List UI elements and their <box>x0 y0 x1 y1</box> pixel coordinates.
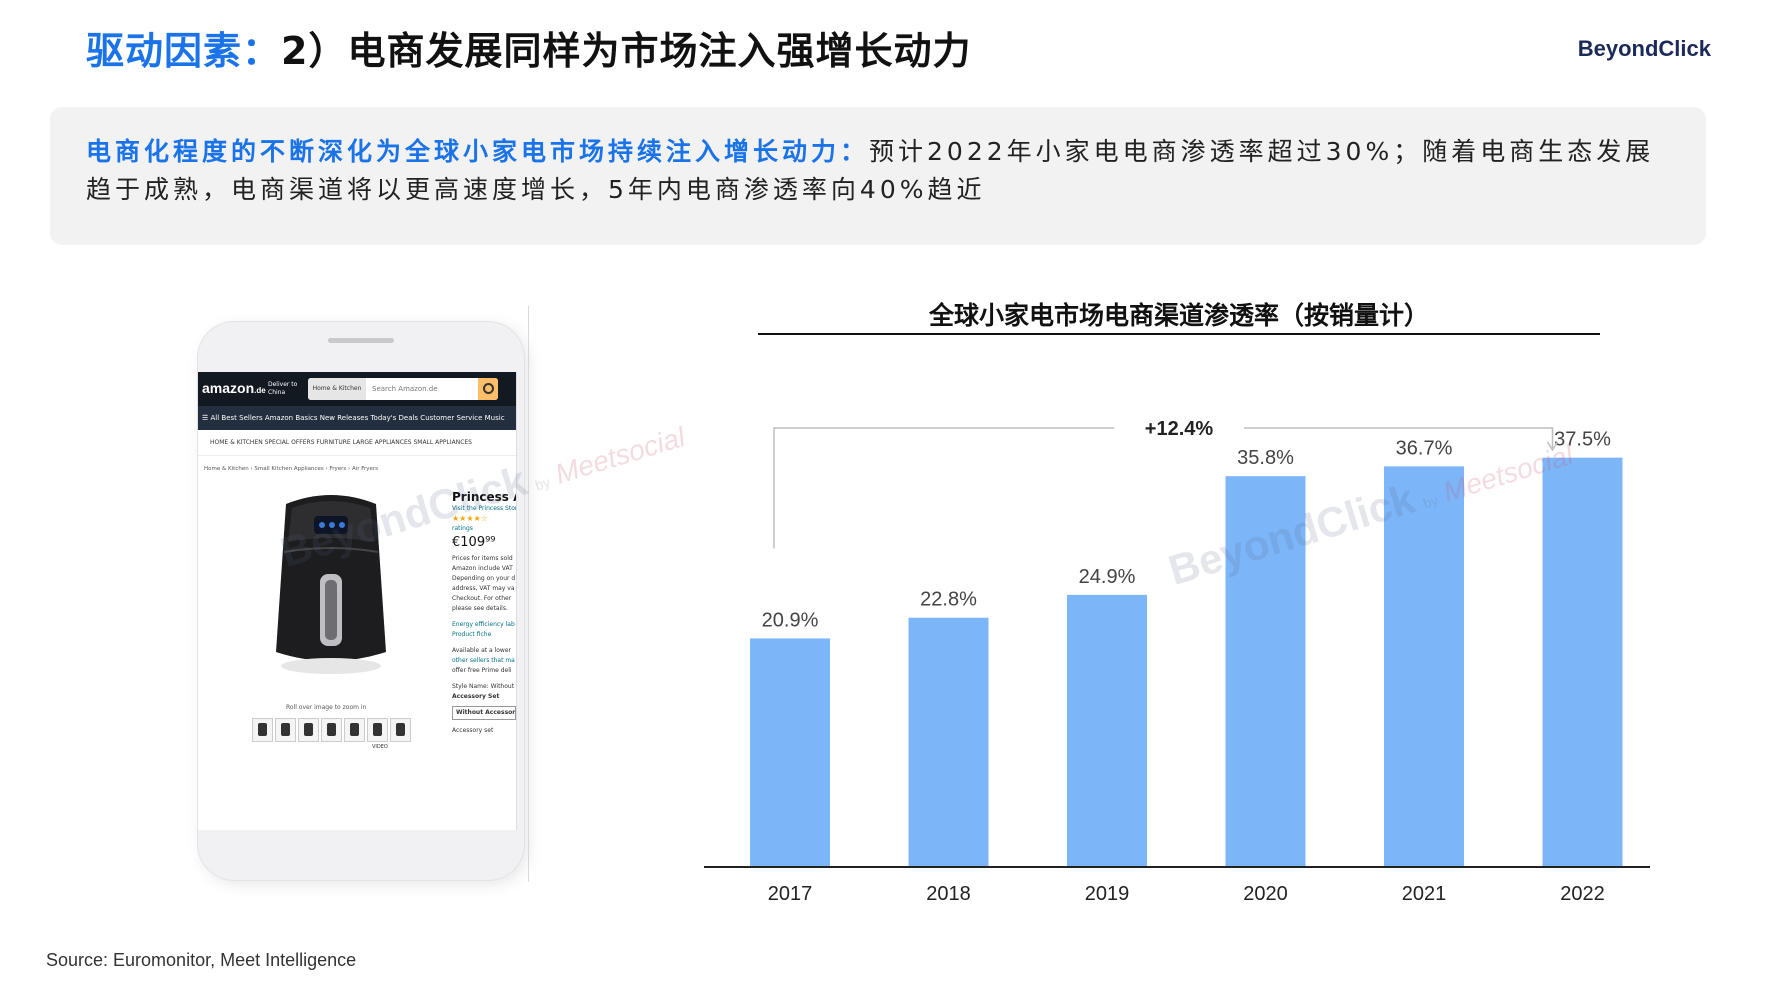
amazon-header: amazon.de Deliver to China Home & Kitchen… <box>198 372 516 406</box>
chart-title-rule <box>758 333 1600 335</box>
thumbnail[interactable] <box>298 718 319 742</box>
annotation-bracket <box>773 427 1114 549</box>
ratings-link[interactable]: ratings <box>452 524 516 534</box>
x-tick-label: 2021 <box>1402 883 1447 905</box>
rating-stars[interactable]: ★★★★☆ <box>452 514 516 524</box>
phone-speaker <box>328 338 394 343</box>
thumbnail[interactable] <box>321 718 342 742</box>
growth-annotation: +12.4% <box>1145 418 1214 440</box>
video-label: VIDEO <box>372 744 388 750</box>
style-name: Accessory Set <box>452 693 500 700</box>
search-category-select[interactable]: Home & Kitchen <box>308 378 366 400</box>
zoom-hint: Roll over image to zoom in <box>286 704 367 711</box>
other-sellers-link[interactable]: other sellers that ma <box>452 656 516 666</box>
search-icon[interactable] <box>478 378 498 400</box>
thumbnail[interactable] <box>252 718 273 742</box>
title-prefix: 驱动因素： <box>86 29 282 73</box>
image-thumbnails[interactable] <box>252 718 412 742</box>
style-option-selected[interactable]: Without Accessor <box>452 706 516 720</box>
title-main: 2）电商发展同样为市场注入强增长动力 <box>281 29 972 73</box>
product-details: Princess Aer Visit the Princess Store ★★… <box>452 490 516 736</box>
thumbnail[interactable] <box>344 718 365 742</box>
price-note: address, VAT may va <box>452 585 515 592</box>
callout-highlight: 电商化程度的不断深化为全球小家电市场持续注入增长动力： <box>86 137 870 166</box>
thumbnail-360[interactable] <box>390 718 411 742</box>
bar <box>1542 457 1623 866</box>
bar <box>750 638 830 866</box>
price-note: Prices for items sold <box>452 555 513 562</box>
energy-label-link[interactable]: Energy efficiency lab <box>452 620 516 630</box>
source-note: Source: Euromonitor, Meet Intelligence <box>46 950 357 970</box>
chart-title: 全球小家电市场电商渠道渗透率（按销量计） <box>928 301 1429 330</box>
bar <box>908 617 989 866</box>
callout-box: 电商化程度的不断深化为全球小家电市场持续注入增长动力：预计2022年小家电电商渗… <box>50 107 1706 245</box>
phone-mockup: amazon.de Deliver to China Home & Kitchen… <box>198 322 524 880</box>
x-tick-label: 2019 <box>1085 883 1130 905</box>
x-tick-label: 2018 <box>926 883 971 905</box>
data-label: 36.7% <box>1396 437 1453 459</box>
bar-chart: 20.9% 2017 22.8% 2018 24.9% 2019 35.8% 2020 36.7… <box>704 418 1650 905</box>
availability-note: Available at a lower <box>452 647 511 654</box>
amazon-search-bar[interactable]: Home & Kitchen Search Amazon.de <box>308 378 498 400</box>
price-note: Amazon include VAT <box>452 565 513 572</box>
data-label: 24.9% <box>1079 566 1136 588</box>
product-price: €109⁹⁹ <box>452 535 496 550</box>
style-name: Style Name: Without <box>452 683 515 690</box>
data-label: 35.8% <box>1237 447 1294 469</box>
data-label: 20.9% <box>762 609 819 631</box>
style-option[interactable]: Accessory set <box>452 726 516 736</box>
x-tick-label: 2017 <box>768 883 813 905</box>
amazon-subnav[interactable]: HOME & KITCHEN SPECIAL OFFERS FURNITURE … <box>198 430 516 456</box>
bar <box>1225 476 1306 866</box>
availability-note: offer free Prime deli <box>452 667 512 674</box>
air-fryer-image[interactable] <box>256 482 406 692</box>
section-divider <box>528 306 529 882</box>
data-label: 22.8% <box>920 589 977 611</box>
callout-text: 电商化程度的不断深化为全球小家电市场持续注入增长动力：预计2022年小家电电商渗… <box>86 133 1676 209</box>
bar <box>1384 466 1464 866</box>
x-tick-label: 2022 <box>1560 883 1605 905</box>
price-note: please see details. <box>452 605 508 612</box>
price-note: Depending on your d <box>452 575 516 582</box>
page-title: 驱动因素：2）电商发展同样为市场注入强增长动力 <box>86 20 971 75</box>
price-note: Checkout. For other <box>452 595 512 602</box>
bar <box>1067 594 1147 866</box>
store-link[interactable]: Visit the Princess Store <box>452 504 516 514</box>
phone-screen: amazon.de Deliver to China Home & Kitchen… <box>198 372 517 830</box>
amazon-logo[interactable]: amazon.de <box>202 380 266 396</box>
product-title: Princess Aer <box>452 490 516 504</box>
amazon-nav[interactable]: ☰ All Best Sellers Amazon Basics New Rel… <box>198 406 516 430</box>
deliver-to[interactable]: Deliver to China <box>268 381 297 397</box>
x-tick-label: 2020 <box>1243 883 1288 905</box>
breadcrumb[interactable]: Home & Kitchen › Small Kitchen Appliance… <box>204 466 378 472</box>
data-label: 37.5% <box>1554 429 1611 451</box>
thumbnail[interactable] <box>367 718 388 742</box>
thumbnail[interactable] <box>275 718 296 742</box>
brand-logo: BeyondClick <box>1577 36 1711 61</box>
search-input[interactable]: Search Amazon.de <box>372 378 438 400</box>
product-fiche-link[interactable]: Product fiche <box>452 630 516 640</box>
